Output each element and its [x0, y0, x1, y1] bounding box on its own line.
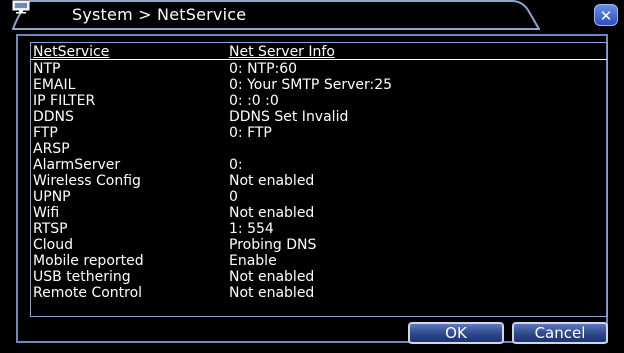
service-name: UPNP: [33, 189, 71, 205]
close-button[interactable]: ✕: [594, 4, 618, 26]
table-row[interactable]: FTP 0: FTP: [33, 125, 593, 141]
service-info: Not enabled: [229, 285, 315, 301]
netservice-window: System > NetService ✕ NetService Net Ser…: [0, 0, 624, 353]
service-info: 1: 554: [229, 221, 274, 237]
service-name: DDNS: [33, 109, 74, 125]
table-row[interactable]: Remote Control Not enabled: [33, 285, 593, 301]
service-name: AlarmServer: [33, 157, 121, 173]
service-name: Mobile reported: [33, 253, 144, 269]
service-info: DDNS Set Invalid: [229, 109, 349, 125]
table-row[interactable]: Mobile reported Enable: [33, 253, 593, 269]
column-header-net-server-info[interactable]: Net Server Info: [229, 44, 335, 60]
service-info: 0: NTP:60: [229, 61, 298, 77]
service-info: Probing DNS: [229, 237, 317, 253]
table-row[interactable]: AlarmServer 0:: [33, 157, 593, 173]
monitor-icon: [12, 0, 30, 14]
service-name: IP FILTER: [33, 93, 96, 109]
window-title: System > NetService: [72, 5, 247, 24]
header-divider: [31, 59, 607, 60]
service-name: EMAIL: [33, 77, 76, 93]
table-row[interactable]: DDNS DDNS Set Invalid: [33, 109, 593, 125]
service-info: 0: Your SMTP Server:25: [229, 77, 393, 93]
table-row[interactable]: RTSP 1: 554: [33, 221, 593, 237]
column-header-netservice[interactable]: NetService: [33, 44, 109, 60]
table-row[interactable]: Wifi Not enabled: [33, 205, 593, 221]
table-row[interactable]: EMAIL 0: Your SMTP Server:25: [33, 77, 593, 93]
ok-button[interactable]: OK: [408, 322, 504, 344]
service-info: 0: FTP: [229, 125, 272, 141]
table-row[interactable]: IP FILTER 0: :0 :0: [33, 93, 593, 109]
service-name: Wireless Config: [33, 173, 141, 189]
service-name: NTP: [33, 61, 61, 77]
table-row[interactable]: ARSP: [33, 141, 593, 157]
service-name: Remote Control: [33, 285, 143, 301]
service-info: Not enabled: [229, 205, 315, 221]
title-bar: System > NetService ✕: [0, 0, 624, 32]
service-name: Wifi: [33, 205, 60, 221]
service-info: Enable: [229, 253, 277, 269]
service-info: 0: :0 :0: [229, 93, 279, 109]
service-info: 0:: [229, 157, 243, 173]
service-name: ARSP: [33, 141, 70, 157]
service-name: FTP: [33, 125, 58, 141]
service-info: Not enabled: [229, 173, 315, 189]
table-row[interactable]: Cloud Probing DNS: [33, 237, 593, 253]
service-name: Cloud: [33, 237, 73, 253]
cancel-button[interactable]: Cancel: [512, 322, 608, 344]
service-name: USB tethering: [33, 269, 131, 285]
service-name: RTSP: [33, 221, 68, 237]
service-info: Not enabled: [229, 269, 315, 285]
table-row[interactable]: Wireless Config Not enabled: [33, 173, 593, 189]
table-row[interactable]: UPNP 0: [33, 189, 593, 205]
table-row[interactable]: NTP 0: NTP:60: [33, 61, 593, 77]
table-row[interactable]: USB tethering Not enabled: [33, 269, 593, 285]
title-tab: System > NetService: [12, 0, 540, 30]
service-info: 0: [229, 189, 238, 205]
